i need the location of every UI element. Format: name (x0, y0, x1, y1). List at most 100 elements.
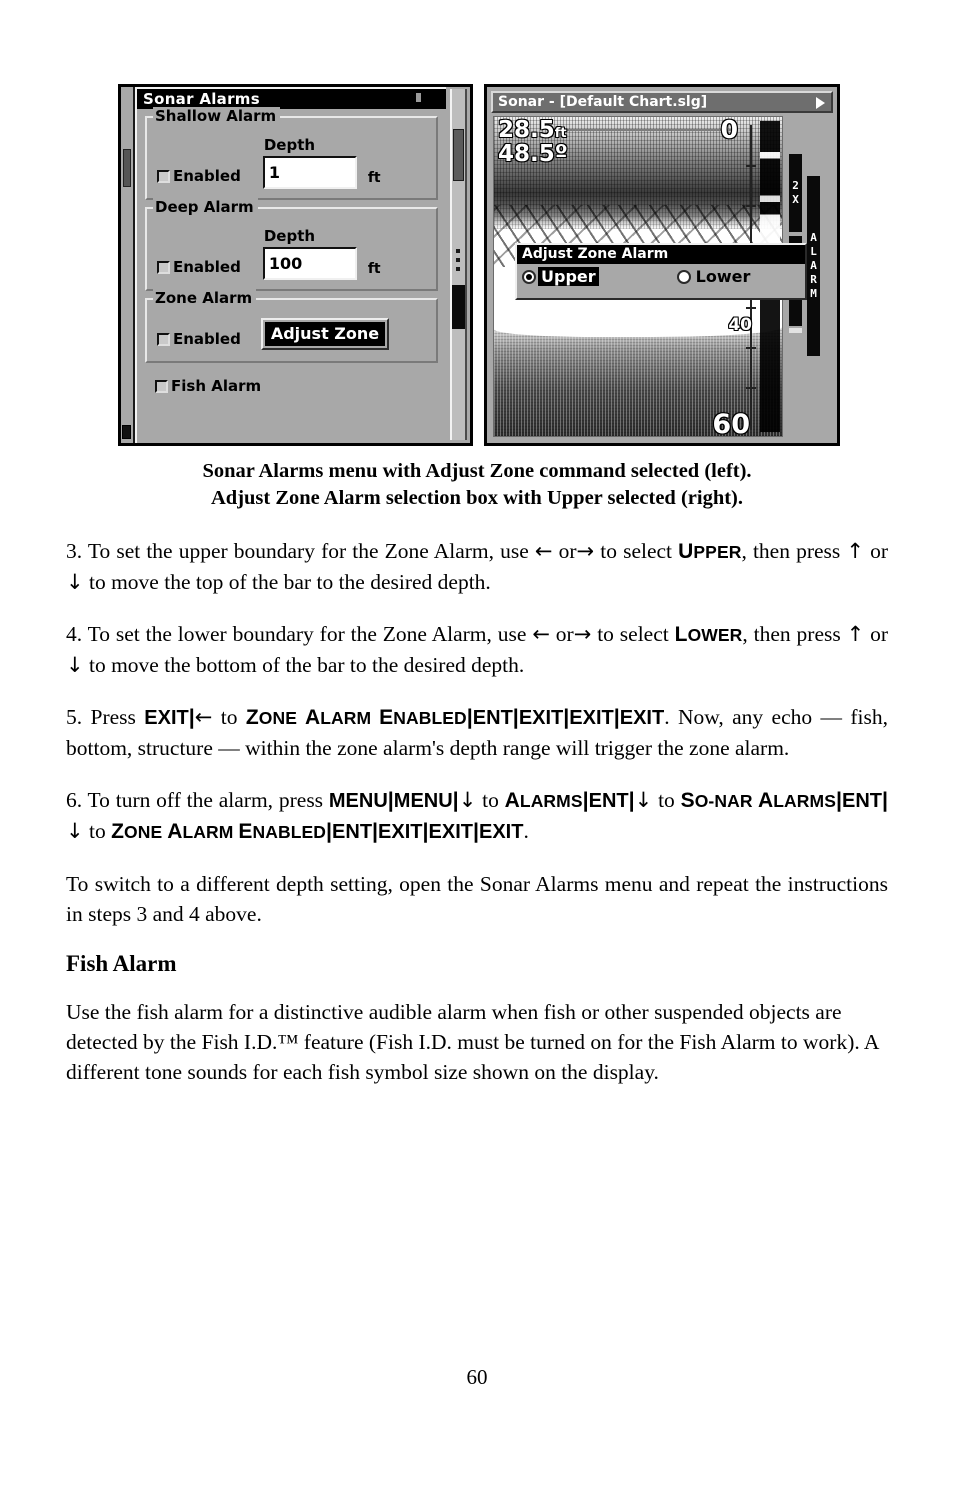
zone-z: Z (111, 820, 125, 843)
alarm-rail[interactable]: ALARM (806, 116, 821, 437)
paragraph-switch-depth: To switch to a different depth setting, … (66, 872, 888, 926)
p6-text-b: to (476, 788, 505, 812)
key-upper-rest: PPER (693, 542, 742, 562)
zone-z: Z (245, 706, 259, 729)
deep-alarm-depth-caption: Depth (263, 227, 316, 245)
menu-scrollbar-thumb[interactable] (453, 129, 464, 181)
sonar-surface-line (554, 129, 734, 131)
fish-alarm-checkbox[interactable] (155, 379, 168, 393)
paragraph-step-4: 4. To set the lower boundary for the Zon… (66, 619, 888, 680)
adjust-zone-alarm-title: Adjust Zone Alarm (517, 245, 805, 264)
p6-text-e: . (523, 819, 529, 843)
key-sonar-alarms: SO-NAR ALARMS (681, 789, 836, 812)
fish-alarm-row[interactable]: Fish Alarm (155, 377, 446, 395)
zone-option-lower[interactable]: Lower (676, 267, 754, 286)
sonar-readout: 28.5ft 48.5º (498, 118, 568, 166)
arrow-down-icon: ↓ (66, 570, 84, 594)
radio-upper-icon[interactable] (522, 269, 536, 284)
p6-text-d: to (83, 819, 112, 843)
adjust-zone-button[interactable]: Adjust Zone (260, 318, 390, 350)
key-exit: EXIT (428, 821, 473, 843)
key-zone-alarm-enabled: ZONE ALARM ENABLED (245, 706, 467, 729)
sonar-alarms-menu-screenshot: Sonar Alarms Shallow Alarm Enabled Depth… (118, 84, 473, 446)
figure-caption-line-2: Adjust Zone Alarm selection box with Upp… (210, 487, 743, 509)
sonar-larms: LARMS (773, 791, 836, 811)
key-ent: ENT (841, 790, 882, 812)
shallow-alarm-enabled-row[interactable]: Enabled (157, 167, 241, 185)
group-shallow-alarm: Shallow Alarm Enabled Depth 1 ft (145, 107, 438, 200)
p6-text-a: 6. To turn off the alarm, press (66, 788, 329, 812)
shallow-alarm-depth-group: Depth 1 ft (262, 136, 381, 189)
figure-caption-line-1: Sonar Alarms menu with Adjust Zone comma… (202, 460, 752, 482)
zoom-rail-notch (789, 328, 802, 333)
arrow-down-icon: ↓ (634, 788, 653, 812)
adjust-zone-button-label: Adjust Zone (264, 322, 386, 346)
sonar-alarms-panel: Sonar Alarms Shallow Alarm Enabled Depth… (135, 87, 446, 443)
depth-readout-unit: ft (554, 126, 567, 141)
zone-e: E (238, 820, 253, 843)
deep-alarm-enabled-checkbox[interactable] (157, 260, 170, 274)
p3-or-2: or (863, 539, 889, 563)
chevron-right-icon[interactable] (816, 97, 825, 109)
figure-caption: Sonar Alarms menu with Adjust Zone comma… (0, 458, 954, 512)
deep-alarm-enabled-row[interactable]: Enabled (157, 258, 241, 276)
left-edge-strip (121, 87, 135, 443)
arrow-right-icon: → (573, 622, 592, 646)
arrow-up-icon: ↑ (846, 622, 865, 646)
depth-tick-0: 0 (720, 116, 738, 144)
depth-tick-40: 40 (728, 315, 752, 335)
adjust-zone-alarm-dialog: Adjust Zone Alarm Upper Lower (515, 243, 807, 300)
zone-alarm-enabled-checkbox[interactable] (157, 332, 170, 346)
p3-text-c: , then press (741, 539, 847, 563)
key-upper: UPPER (678, 540, 742, 563)
arrow-down-icon: ↓ (458, 788, 477, 812)
key-ent: ENT (472, 707, 513, 729)
paragraph-step-3: 3. To set the upper boundary for the Zon… (66, 536, 888, 597)
p6-text-c: to (652, 788, 681, 812)
p4-text-a: 4. To set the lower boundary for the Zon… (66, 622, 533, 646)
zone-option-upper[interactable]: Upper (522, 267, 599, 286)
sonar-o: O- (694, 791, 715, 811)
shallow-alarm-depth-input[interactable]: 1 (262, 156, 357, 189)
key-menu: MENU (393, 790, 453, 812)
zone-one: ONE (258, 708, 305, 728)
shallow-alarm-enabled-checkbox[interactable] (157, 169, 170, 183)
deep-alarm-depth-unit: ft (367, 261, 381, 277)
key-exit: EXIT (569, 707, 614, 729)
radio-lower-icon[interactable] (676, 269, 691, 284)
arrow-down-icon: ↓ (66, 819, 84, 843)
sonar-nar: NAR (714, 791, 758, 811)
key-exit: EXIT (518, 707, 564, 729)
shallow-alarm-enabled-label: Enabled (173, 167, 241, 185)
sonar-chart-screenshot: Sonar - [Default Chart.slg] 28.5ft 48.5º… (484, 84, 840, 446)
arrow-left-icon: ← (532, 622, 550, 646)
figure-screenshots: Sonar Alarms Shallow Alarm Enabled Depth… (0, 84, 954, 452)
zone-a: A (167, 820, 183, 843)
paragraph-step-5: 5. Press EXIT|← to ZONE ALARM ENABLED|EN… (66, 702, 888, 763)
paragraph-fish-alarm: Use the fish alarm for a distinctive aud… (66, 1000, 879, 1084)
alarms-a: A (504, 789, 520, 812)
p3-text-b: to select (594, 539, 679, 563)
key-lower-rest: OWER (687, 625, 743, 645)
key-exit: EXIT (378, 821, 423, 843)
key-exit: EXIT (478, 821, 524, 843)
deep-alarm-depth-input[interactable]: 100 (262, 247, 357, 280)
menu-scrollbar[interactable] (450, 89, 467, 440)
titlebar-marker (416, 93, 421, 102)
left-strip-handle[interactable] (123, 149, 131, 187)
zoom-2x-indicator[interactable]: 2X (789, 154, 802, 232)
arrow-up-icon: ↑ (846, 539, 864, 563)
body-text-column: 3. To set the upper boundary for the Zon… (66, 536, 888, 1109)
sonar-a: A (757, 789, 774, 812)
key-exit: EXIT (144, 707, 189, 729)
left-strip-foot (122, 425, 131, 439)
zone-alarm-enabled-label: Enabled (173, 330, 241, 348)
zone-alarm-enabled-row[interactable]: Enabled (157, 330, 241, 348)
paragraph-step-6: 6. To turn off the alarm, press MENU | MEN… (66, 785, 888, 847)
zone-option-lower-label: Lower (695, 267, 751, 286)
alarm-zone-indicator[interactable]: ALARM (807, 176, 820, 356)
p4-or-1: or (549, 622, 574, 646)
zone-option-upper-label: Upper (538, 267, 599, 286)
key-exit: EXIT (619, 707, 665, 729)
key-upper-cap: U (678, 540, 694, 563)
